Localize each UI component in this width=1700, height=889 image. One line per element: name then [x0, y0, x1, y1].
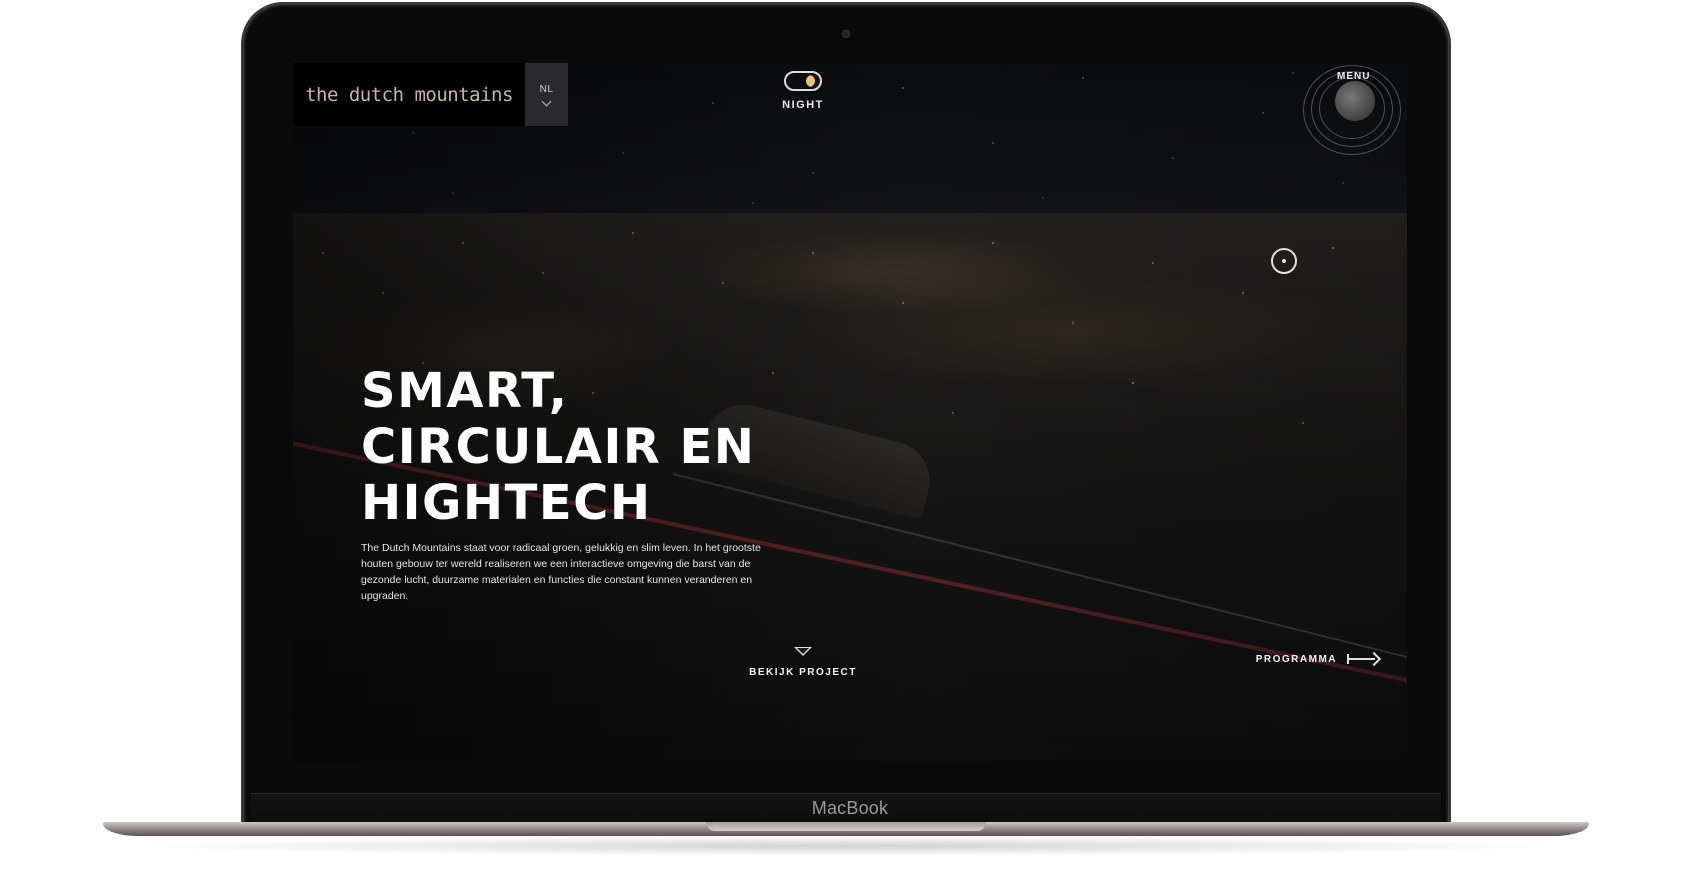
site-logo[interactable]: the dutch mountains — [293, 63, 525, 126]
arrow-right-icon — [1347, 651, 1382, 667]
view-project-label: BEKIJK PROJECT — [749, 667, 857, 678]
product-mockup: the dutch mountains NL NIGHT MENU SMART,… — [0, 0, 1700, 889]
laptop-notch — [706, 822, 986, 831]
compass-dot — [1282, 259, 1286, 263]
day-night-toggle[interactable]: NIGHT — [782, 71, 824, 111]
moon-toggle-icon — [806, 75, 818, 87]
program-label: PROGRAMMA — [1255, 653, 1337, 665]
menu-label: MENU — [1337, 71, 1371, 82]
website-screen: the dutch mountains NL NIGHT MENU SMART,… — [293, 63, 1407, 762]
headline-line: HIGHTECH — [361, 475, 652, 531]
toggle-switch[interactable] — [784, 71, 822, 91]
headline-line: CIRCULAIR EN — [361, 419, 756, 475]
compass-icon[interactable] — [1271, 248, 1297, 274]
chevron-down-icon — [541, 96, 552, 107]
device-brand: MacBook — [811, 798, 889, 818]
headline-line: SMART, — [361, 363, 569, 419]
laptop-shadow — [130, 836, 1560, 856]
menu-button[interactable]: MENU — [1297, 63, 1407, 163]
mode-label: NIGHT — [782, 99, 824, 111]
hero-intro: The Dutch Mountains staat voor radicaal … — [361, 542, 761, 602]
language-label: NL — [539, 84, 554, 95]
hero-headline: SMART, CIRCULAIR EN HIGHTECH — [361, 363, 755, 531]
camera-icon — [842, 30, 850, 38]
view-project-button[interactable]: BEKIJK PROJECT — [733, 643, 873, 678]
program-link[interactable]: PROGRAMMA — [1255, 651, 1382, 667]
logo-text: the dutch mountains — [305, 83, 513, 106]
chevron-down-icon — [794, 647, 812, 656]
moon-menu-icon — [1335, 81, 1375, 121]
language-selector[interactable]: NL — [525, 63, 568, 126]
